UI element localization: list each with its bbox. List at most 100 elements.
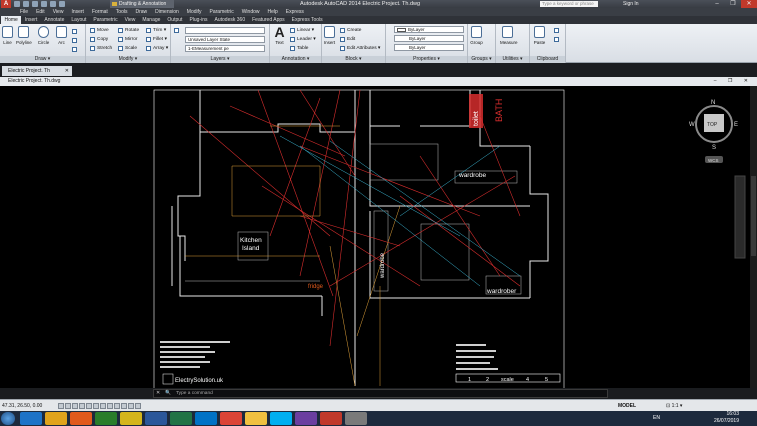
- line-tool[interactable]: Line: [0, 26, 15, 45]
- layer-properties-button[interactable]: [174, 26, 181, 34]
- search-input[interactable]: Type a keyword or phrase: [540, 1, 598, 7]
- measure-tool[interactable]: Measure: [500, 26, 518, 45]
- scale-button[interactable]: Scale: [118, 44, 137, 52]
- osnap-toggle-icon[interactable]: [86, 403, 92, 409]
- tab-output[interactable]: Output: [164, 16, 186, 24]
- transparency-toggle-icon[interactable]: [121, 403, 127, 409]
- annotation-group-title[interactable]: Annotation ▾: [270, 56, 321, 63]
- open-icon[interactable]: [23, 1, 29, 7]
- viewcube-west[interactable]: W: [689, 122, 695, 128]
- arc-tool[interactable]: Arc: [54, 26, 69, 45]
- taskbar-folder-icon[interactable]: [245, 412, 267, 425]
- workspace-dropdown[interactable]: Drafting & Annotation: [110, 0, 174, 8]
- layers-group-title[interactable]: Layers ▾: [171, 56, 269, 63]
- insert-block-tool[interactable]: Insert: [322, 26, 337, 45]
- stretch-button[interactable]: Stretch: [90, 44, 112, 52]
- current-layer-dropdown[interactable]: 1-EMeasurement pe: [185, 45, 265, 52]
- save-icon[interactable]: [32, 1, 38, 7]
- copy-button[interactable]: Copy: [90, 35, 108, 43]
- taskbar-autocad-icon[interactable]: [320, 412, 342, 425]
- taskbar-excel-icon[interactable]: [170, 412, 192, 425]
- tab-view[interactable]: View: [121, 16, 139, 24]
- document-tab-close-icon[interactable]: ✕: [65, 66, 69, 76]
- new-icon[interactable]: [14, 1, 20, 7]
- leader-button[interactable]: Leader ▾: [290, 35, 316, 43]
- array-button[interactable]: Array ▾: [146, 44, 168, 52]
- quick-properties-toggle-icon[interactable]: [128, 403, 134, 409]
- polar-toggle-icon[interactable]: [79, 403, 85, 409]
- menu-modify[interactable]: Modify: [183, 8, 206, 16]
- table-button[interactable]: Table: [290, 44, 308, 52]
- tab-home[interactable]: Home: [1, 16, 22, 24]
- viewcube-south[interactable]: S: [712, 145, 716, 151]
- taskbar-ie-icon[interactable]: [20, 412, 42, 425]
- rectangle-tool[interactable]: [72, 27, 79, 35]
- viewcube[interactable]: TOP N S E W WCS: [689, 100, 738, 163]
- start-button-icon[interactable]: [1, 412, 15, 425]
- draw-group-title[interactable]: Draw ▾: [0, 56, 85, 63]
- close-button[interactable]: ✕: [741, 0, 757, 8]
- menu-draw[interactable]: Draw: [131, 8, 151, 16]
- tab-plugins[interactable]: Plug-ins: [186, 16, 211, 24]
- menu-edit[interactable]: Edit: [32, 8, 49, 16]
- tab-manage[interactable]: Manage: [139, 16, 164, 24]
- drawing-window-controls[interactable]: – ❐ ✕: [714, 77, 753, 86]
- edit-attributes-button[interactable]: Edit Attributes ▾: [340, 44, 380, 52]
- taskbar-chrome-alt-icon[interactable]: [95, 412, 117, 425]
- menu-parametric[interactable]: Parametric: [206, 8, 238, 16]
- spline-tool[interactable]: [72, 45, 79, 53]
- minimize-button[interactable]: –: [709, 0, 725, 8]
- menu-tools[interactable]: Tools: [112, 8, 132, 16]
- ducs-toggle-icon[interactable]: [100, 403, 106, 409]
- redo-icon[interactable]: [59, 1, 65, 7]
- group-tool[interactable]: Group: [469, 26, 484, 45]
- menu-express[interactable]: Express: [282, 8, 308, 16]
- fillet-button[interactable]: Fillet ▾: [146, 35, 167, 43]
- lineweight-toggle-icon[interactable]: [114, 403, 120, 409]
- mirror-button[interactable]: Mirror: [118, 35, 138, 43]
- taskbar-media-icon[interactable]: [70, 412, 92, 425]
- edit-block-button[interactable]: Edit: [340, 35, 355, 43]
- taskbar-word-icon[interactable]: [145, 412, 167, 425]
- tab-layout[interactable]: Layout: [68, 16, 90, 24]
- vertical-scrollbar[interactable]: [750, 86, 757, 399]
- taskbar-photos-icon[interactable]: [295, 412, 317, 425]
- command-input[interactable]: ✕ 🔍 Type a command: [153, 389, 608, 398]
- taskbar-chrome-icon[interactable]: [220, 412, 242, 425]
- saveas-icon[interactable]: [41, 1, 47, 7]
- linear-dim-button[interactable]: Linear ▾: [290, 26, 314, 34]
- taskbar-explorer-icon[interactable]: [45, 412, 67, 425]
- navigation-bar[interactable]: [734, 175, 746, 259]
- maximize-button[interactable]: ❐: [725, 0, 741, 8]
- tab-autodesk360[interactable]: Autodesk 360: [211, 16, 249, 24]
- language-indicator[interactable]: EN: [653, 411, 660, 426]
- taskbar-skype-icon[interactable]: [270, 412, 292, 425]
- create-block-button[interactable]: Create: [340, 26, 361, 34]
- command-buttons[interactable]: ✕ 🔍: [156, 390, 173, 397]
- color-dropdown[interactable]: ByLayer: [394, 26, 464, 33]
- tab-insert[interactable]: Insert: [21, 16, 41, 24]
- tab-featured-apps[interactable]: Featured Apps: [249, 16, 289, 24]
- linetype-dropdown[interactable]: ByLayer: [394, 35, 464, 42]
- menu-file[interactable]: File: [16, 8, 32, 16]
- lineweight-dropdown[interactable]: ByLayer: [394, 44, 464, 51]
- tab-express-tools[interactable]: Express Tools: [288, 16, 326, 24]
- paste-tool[interactable]: Paste: [532, 26, 547, 45]
- undo-icon[interactable]: [50, 1, 56, 7]
- taskbar-outlook-icon[interactable]: [195, 412, 217, 425]
- otrack-toggle-icon[interactable]: [93, 403, 99, 409]
- signin-button[interactable]: Sign In: [623, 0, 639, 8]
- modify-group-title[interactable]: Modify ▾: [86, 56, 170, 63]
- clock[interactable]: 16:03 26/07/2019: [714, 411, 739, 425]
- tab-annotate[interactable]: Annotate: [41, 16, 68, 24]
- snap-toggle-icon[interactable]: [58, 403, 64, 409]
- menu-window[interactable]: Window: [238, 8, 264, 16]
- menu-help[interactable]: Help: [264, 8, 282, 16]
- properties-group-title[interactable]: Properties ▾: [386, 56, 467, 63]
- cut-button[interactable]: [554, 26, 561, 34]
- circle-tool[interactable]: Circle: [36, 26, 51, 45]
- hatch-tool[interactable]: [72, 36, 79, 44]
- groups-group-title[interactable]: Groups ▾: [468, 56, 495, 63]
- grid-toggle-icon[interactable]: [65, 403, 71, 409]
- autocad-logo-icon[interactable]: A: [1, 0, 11, 8]
